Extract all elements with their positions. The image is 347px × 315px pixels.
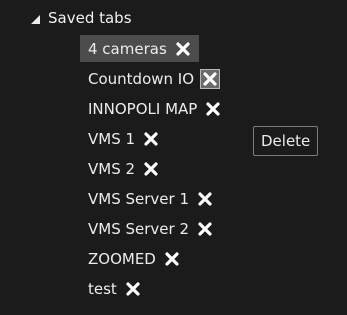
close-icon xyxy=(165,251,179,266)
saved-tab-label: VMS 2 xyxy=(88,159,136,178)
saved-tab-chip[interactable]: 4 cameras xyxy=(80,35,199,62)
saved-tab-countdown-io[interactable]: Countdown IO xyxy=(80,64,229,93)
saved-tab-chip[interactable]: VMS 2 xyxy=(80,155,167,182)
delete-button[interactable] xyxy=(195,219,215,239)
close-icon xyxy=(176,41,190,56)
delete-button[interactable] xyxy=(203,99,223,119)
caret-down-icon[interactable] xyxy=(31,15,40,24)
saved-tab-chip[interactable]: VMS Server 2 xyxy=(80,215,221,242)
saved-tab-chip[interactable]: ZOOMED xyxy=(80,245,188,272)
close-icon xyxy=(198,191,212,206)
saved-tabs-header-label: Saved tabs xyxy=(48,9,132,27)
saved-tabs-header[interactable]: Saved tabs xyxy=(31,6,132,30)
close-icon xyxy=(203,71,217,86)
saved-tab-test[interactable]: test xyxy=(80,274,229,303)
delete-button[interactable] xyxy=(141,159,161,179)
close-icon xyxy=(126,281,140,296)
saved-tab-label: 4 cameras xyxy=(88,39,167,58)
delete-button[interactable] xyxy=(162,249,182,269)
delete-button[interactable] xyxy=(123,279,143,299)
saved-tab-chip[interactable]: VMS Server 1 xyxy=(80,185,221,212)
saved-tab-vms-server-1[interactable]: VMS Server 1 xyxy=(80,184,229,213)
saved-tab-vms-server-2[interactable]: VMS Server 2 xyxy=(80,214,229,243)
close-icon xyxy=(144,161,158,176)
saved-tab-chip[interactable]: VMS 1 xyxy=(80,125,167,152)
saved-tab-label: INNOPOLI MAP xyxy=(88,99,198,118)
close-icon xyxy=(144,131,158,146)
saved-tab-label: VMS 1 xyxy=(88,129,136,148)
delete-button[interactable] xyxy=(200,68,221,89)
delete-button[interactable] xyxy=(141,129,161,149)
close-icon xyxy=(206,101,220,116)
saved-tab-label: VMS Server 2 xyxy=(88,219,189,238)
saved-tabs-list: 4 cameras Countdown IO INNOPOLI MAP VMS … xyxy=(80,34,229,304)
saved-tab-vms-1[interactable]: VMS 1 xyxy=(80,124,229,153)
delete-button[interactable] xyxy=(173,39,193,59)
saved-tab-chip[interactable]: INNOPOLI MAP xyxy=(80,95,229,122)
saved-tab-4-cameras[interactable]: 4 cameras xyxy=(80,34,229,63)
saved-tab-innopoli-map[interactable]: INNOPOLI MAP xyxy=(80,94,229,123)
delete-tooltip: Delete xyxy=(253,126,319,156)
saved-tab-zoomed[interactable]: ZOOMED xyxy=(80,244,229,273)
saved-tabs-panel: Saved tabs 4 cameras Countdown IO INNOPO… xyxy=(0,0,347,315)
close-icon xyxy=(198,221,212,236)
saved-tab-label: ZOOMED xyxy=(88,249,156,268)
saved-tab-chip[interactable]: Countdown IO xyxy=(80,65,226,92)
delete-button[interactable] xyxy=(195,189,215,209)
saved-tab-chip[interactable]: test xyxy=(80,275,149,302)
saved-tab-label: VMS Server 1 xyxy=(88,189,189,208)
saved-tab-label: test xyxy=(88,279,117,298)
saved-tab-label: Countdown IO xyxy=(88,69,195,88)
saved-tab-vms-2[interactable]: VMS 2 xyxy=(80,154,229,183)
